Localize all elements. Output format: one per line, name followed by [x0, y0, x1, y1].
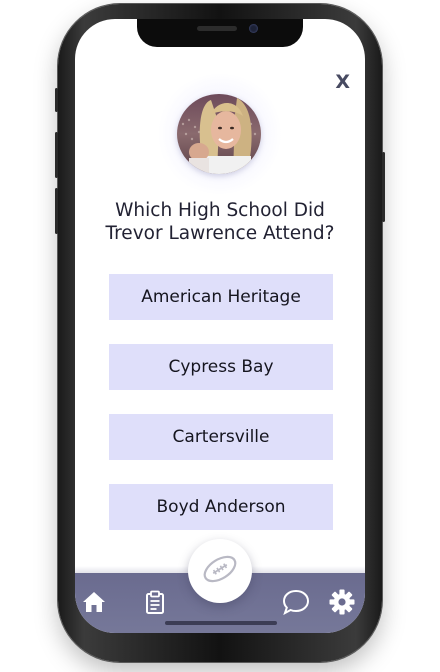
football-button[interactable] [188, 539, 252, 603]
speaker [197, 26, 237, 31]
close-button[interactable]: X [335, 71, 350, 93]
volume-down-button [55, 188, 58, 234]
notch [137, 19, 303, 47]
answer-option-4[interactable]: Boyd Anderson [109, 484, 333, 530]
question-text: Which High School Did Trevor Lawrence At… [105, 200, 335, 244]
gear-icon[interactable] [329, 589, 355, 619]
answer-option-2[interactable]: Cypress Bay [109, 344, 333, 390]
chat-icon[interactable] [282, 589, 310, 619]
answer-option-3[interactable]: Cartersville [109, 414, 333, 460]
clipboard-icon[interactable] [145, 590, 165, 618]
football-icon [200, 552, 240, 590]
home-indicator [165, 621, 277, 625]
avatar [177, 94, 261, 174]
answer-option-1[interactable]: American Heritage [109, 274, 333, 320]
home-icon[interactable] [82, 591, 106, 617]
app-screen: X Which High School Did Trevor Lawrence … [75, 19, 365, 633]
power-button [382, 152, 385, 222]
volume-up-button [55, 132, 58, 178]
mute-switch [55, 88, 58, 112]
camera [249, 24, 258, 33]
phone-frame: X Which High School Did Trevor Lawrence … [55, 4, 385, 662]
